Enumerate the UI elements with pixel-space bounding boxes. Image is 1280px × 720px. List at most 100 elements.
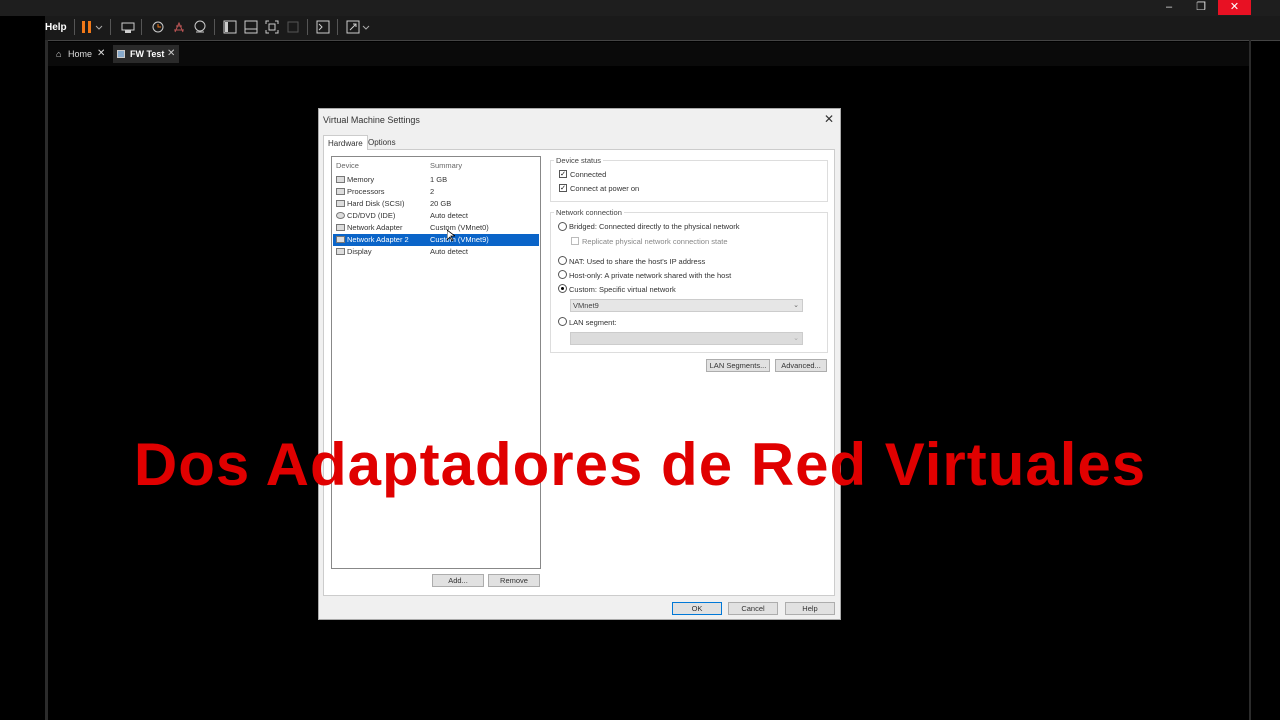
close-icon[interactable]: ✕	[97, 45, 105, 63]
connect-at-power-on-label: Connect at power on	[570, 184, 640, 193]
device-row-hard-disk[interactable]: Hard Disk (SCSI) 20 GB	[333, 198, 539, 210]
close-button[interactable]: ✕	[1218, 0, 1251, 15]
toolbar-separator	[110, 19, 111, 35]
device-row-network-adapter-2[interactable]: Network Adapter 2 Custom (VMnet9)	[333, 234, 539, 246]
close-icon[interactable]: ✕	[167, 45, 175, 63]
connected-checkbox[interactable]: ✓	[559, 170, 567, 178]
revert-snapshot-icon[interactable]	[172, 20, 186, 34]
custom-network-value: VMnet9	[573, 301, 599, 310]
replicate-checkbox[interactable]	[571, 237, 579, 245]
pause-icon[interactable]	[80, 20, 94, 34]
vm-icon	[117, 50, 125, 58]
network-connection-title: Network connection	[554, 208, 624, 217]
mouse-cursor-icon	[446, 229, 457, 247]
remove-device-button[interactable]: Remove	[488, 574, 540, 587]
device-status-group	[550, 160, 828, 202]
device-summary: 20 GB	[430, 199, 452, 208]
toolbar-separator	[214, 19, 215, 35]
sidebar-icon[interactable]	[223, 20, 237, 34]
help-button[interactable]: Help	[785, 602, 835, 615]
hard-disk-icon	[336, 200, 345, 207]
nat-label: NAT: Used to share the host's IP address	[569, 257, 706, 266]
minimize-button[interactable]: –	[1153, 0, 1185, 15]
device-summary: Custom (VMnet9)	[430, 235, 489, 244]
chevron-down-icon: ⌄	[793, 335, 799, 342]
device-status-title: Device status	[554, 156, 604, 165]
toolbar-separator	[307, 19, 308, 35]
tab-options[interactable]: Options	[364, 135, 400, 150]
column-header-device: Device	[336, 161, 359, 170]
connected-label: Connected	[570, 170, 607, 179]
device-row-processors[interactable]: Processors 2	[333, 186, 539, 198]
dialog-title: Virtual Machine Settings	[323, 115, 420, 125]
device-summary: 1 GB	[430, 175, 448, 184]
device-summary: Auto detect	[430, 247, 468, 256]
tab-bar	[48, 42, 1249, 66]
host-only-radio[interactable]	[558, 270, 567, 279]
lan-segments-button[interactable]: LAN Segments...	[706, 359, 770, 372]
bridged-radio[interactable]	[558, 222, 567, 231]
ok-button[interactable]: OK	[672, 602, 722, 615]
cancel-button[interactable]: Cancel	[728, 602, 778, 615]
full-screen-icon[interactable]	[265, 20, 279, 34]
chevron-down-icon[interactable]	[362, 20, 370, 34]
device-summary: Custom (VMnet0)	[430, 223, 489, 232]
device-name: Display	[347, 247, 372, 256]
lan-segment-radio[interactable]	[558, 317, 567, 326]
snapshot-icon[interactable]	[151, 20, 165, 34]
device-name: CD/DVD (IDE)	[347, 211, 396, 220]
network-adapter-icon	[336, 236, 345, 243]
chevron-down-icon[interactable]	[95, 20, 103, 34]
device-summary: Auto detect	[430, 211, 468, 220]
snapshot-manager-icon[interactable]	[193, 20, 207, 34]
custom-radio[interactable]	[558, 284, 567, 293]
dialog-close-icon[interactable]: ✕	[824, 112, 834, 126]
stretch-icon[interactable]	[346, 20, 360, 34]
device-row-memory[interactable]: Memory 1 GB	[333, 174, 539, 186]
column-header-summary: Summary	[430, 161, 463, 170]
connect-at-power-on-checkbox[interactable]: ✓	[559, 184, 567, 192]
lan-segment-select[interactable]: ⌄	[570, 332, 803, 345]
device-name: Hard Disk (SCSI)	[347, 199, 405, 208]
tab-hardware[interactable]: Hardware	[323, 135, 368, 150]
overlay-caption: Dos Adaptadores de Red Virtuales	[133, 431, 1147, 498]
restore-button[interactable]: ❐	[1185, 0, 1217, 15]
title-bar	[0, 0, 1280, 16]
tab-fw-test[interactable]: FW Test ✕	[113, 45, 179, 63]
cd-icon	[336, 212, 345, 219]
custom-network-select[interactable]: VMnet9 ⌄	[570, 299, 803, 312]
memory-icon	[336, 176, 345, 183]
window-border	[45, 40, 48, 720]
window-border	[1249, 40, 1251, 720]
console-view-icon[interactable]	[244, 20, 258, 34]
device-row-display[interactable]: Display Auto detect	[333, 246, 539, 258]
terminal-icon[interactable]	[316, 20, 330, 34]
toolbar-separator	[74, 19, 75, 35]
host-only-label: Host-only: A private network shared with…	[569, 271, 732, 280]
device-row-cd-dvd[interactable]: CD/DVD (IDE) Auto detect	[333, 210, 539, 222]
unity-icon[interactable]	[286, 20, 300, 34]
menu-help[interactable]: Help	[45, 22, 67, 33]
device-name: Memory	[347, 175, 375, 184]
lan-segment-label: LAN segment:	[569, 318, 617, 327]
processor-icon	[336, 188, 345, 195]
chevron-down-icon: ⌄	[793, 302, 799, 309]
tab-home[interactable]: ⌂ Home ✕	[53, 45, 111, 63]
home-icon: ⌂	[56, 49, 62, 59]
replicate-label: Replicate physical network connection st…	[582, 237, 728, 246]
toolbar-separator	[337, 19, 338, 35]
device-name: Network Adapter 2	[347, 235, 409, 244]
network-adapter-icon	[336, 224, 345, 231]
device-name: Processors	[347, 187, 385, 196]
custom-label: Custom: Specific virtual network	[569, 285, 676, 294]
display-icon	[336, 248, 345, 255]
bridged-label: Bridged: Connected directly to the physi…	[569, 222, 740, 231]
toolbar-separator	[141, 19, 142, 35]
device-name: Network Adapter	[347, 223, 403, 232]
tab-label: FW Test	[130, 49, 165, 59]
device-row-network-adapter[interactable]: Network Adapter Custom (VMnet0)	[333, 222, 539, 234]
nat-radio[interactable]	[558, 256, 567, 265]
send-ctrl-alt-del-icon[interactable]	[121, 20, 135, 34]
add-device-button[interactable]: Add...	[432, 574, 484, 587]
advanced-button[interactable]: Advanced...	[775, 359, 827, 372]
